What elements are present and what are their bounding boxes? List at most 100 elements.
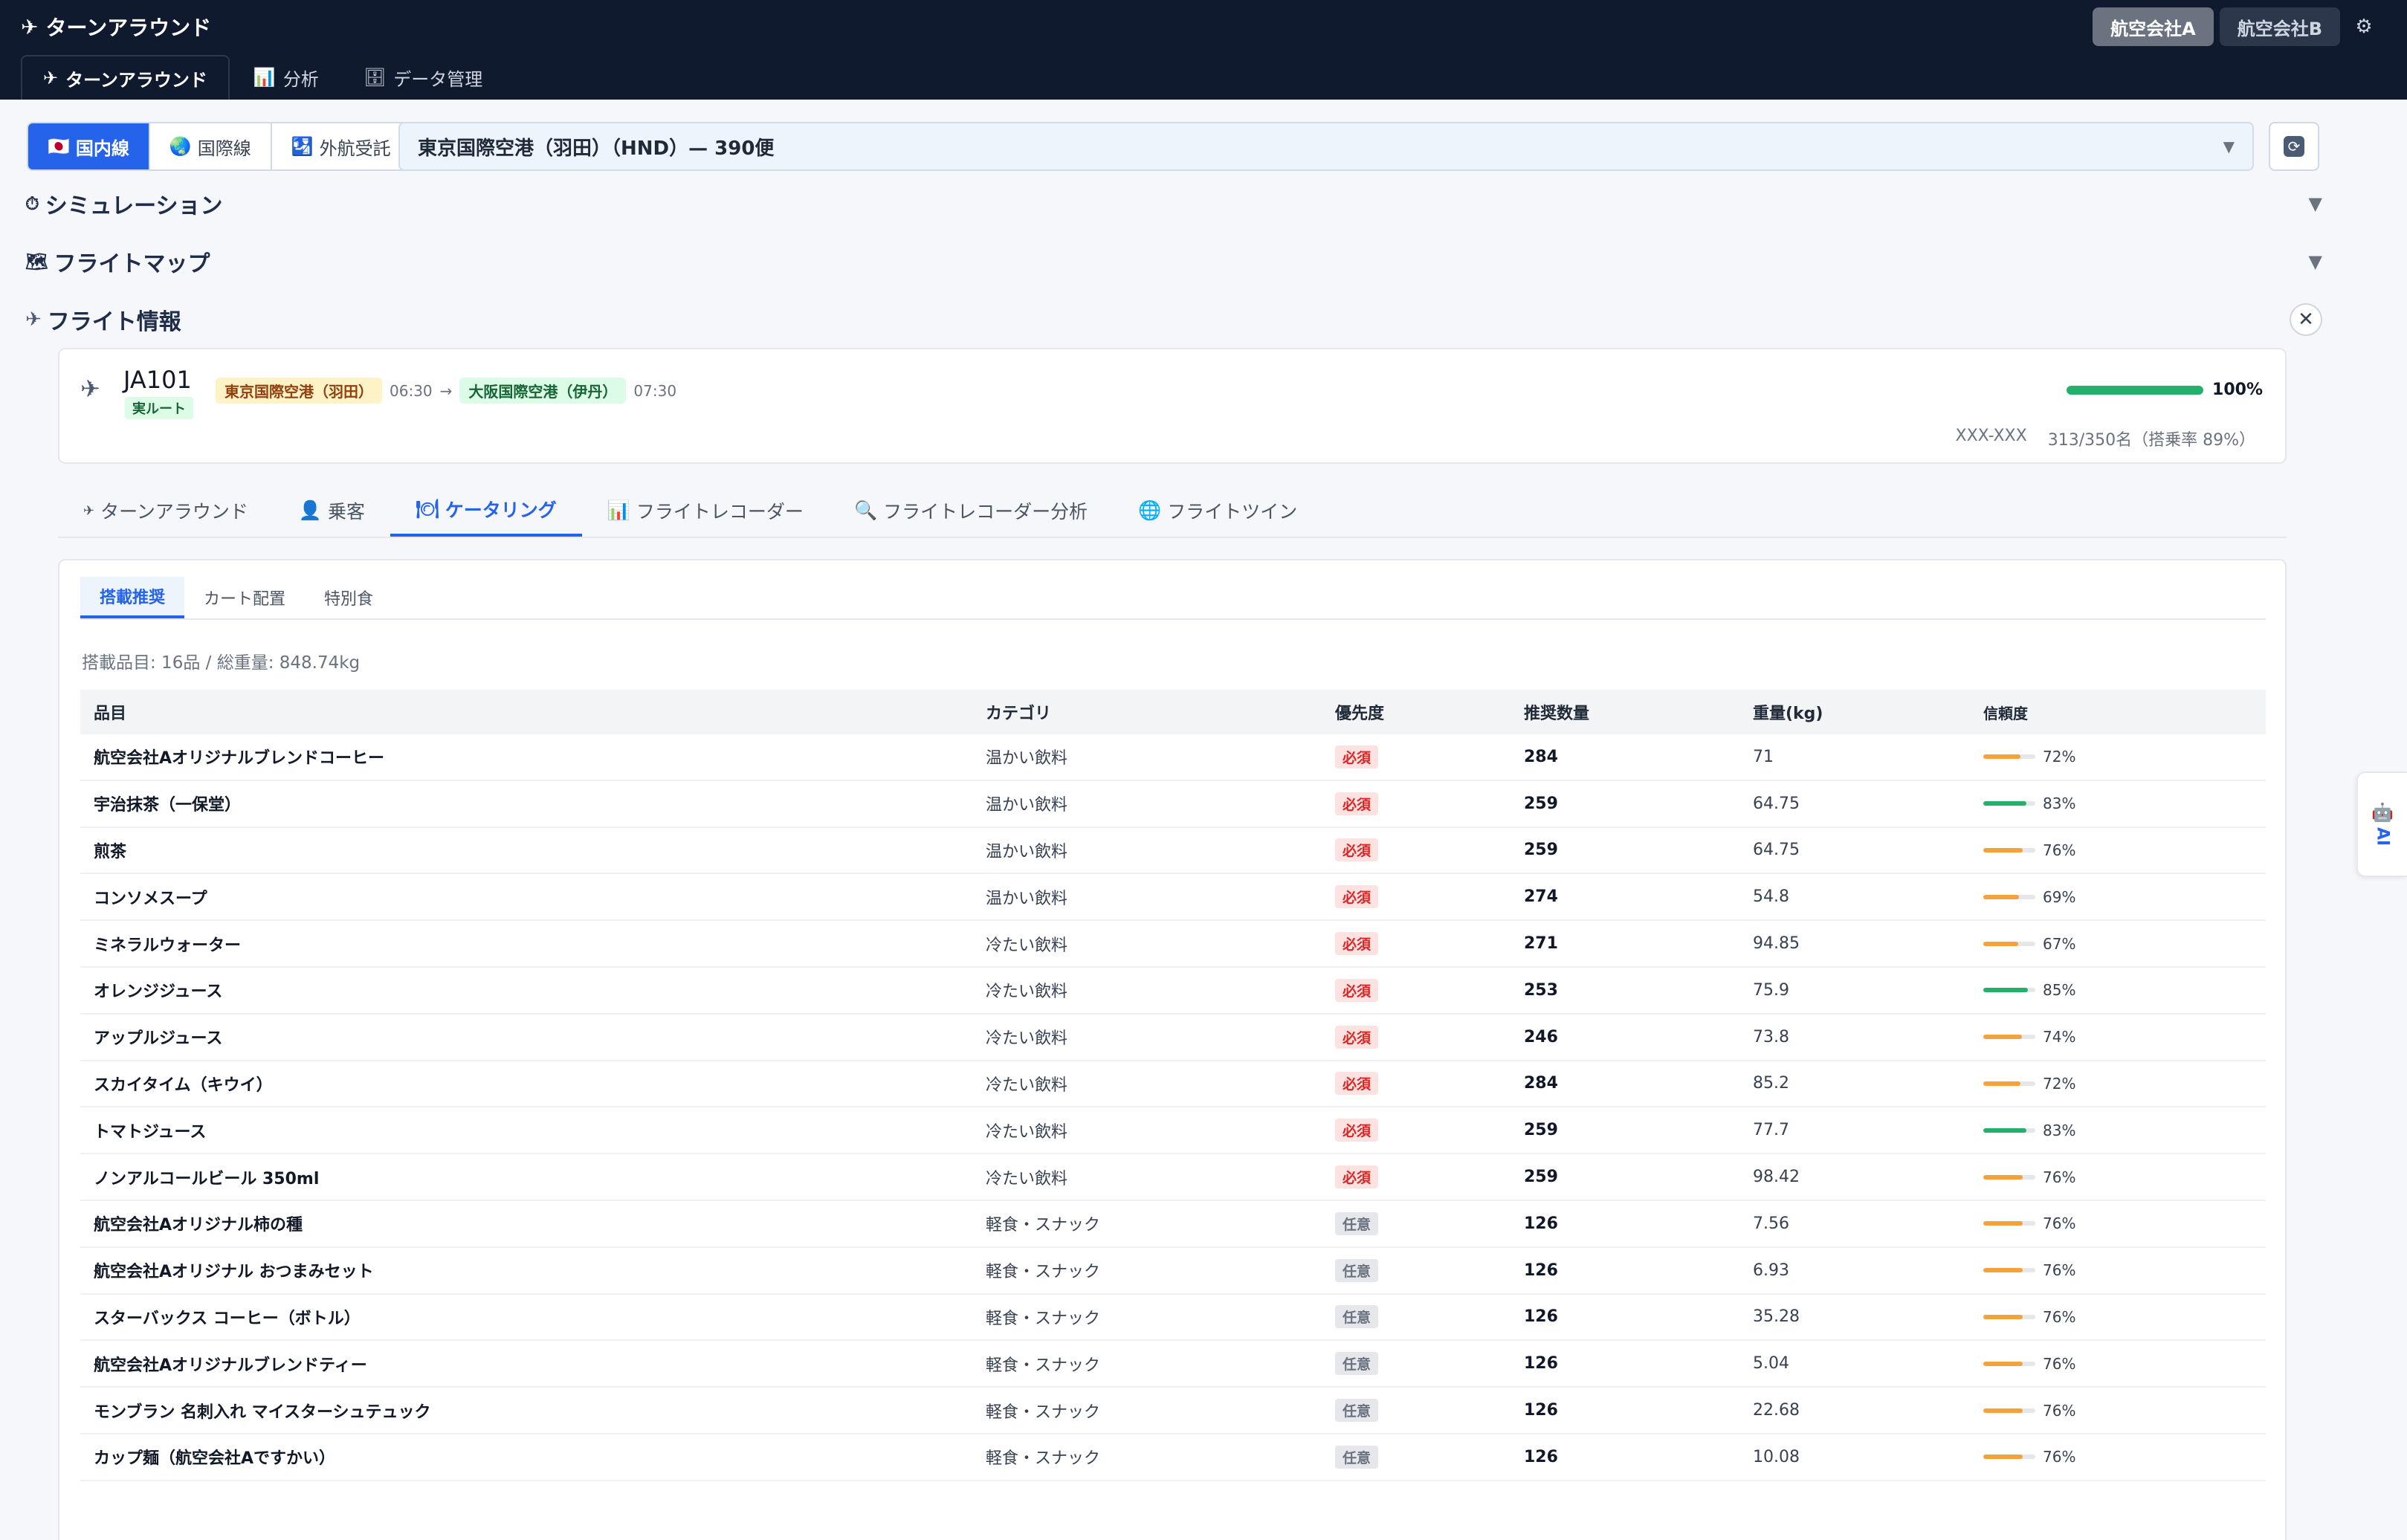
nav-tab-turnaround[interactable]: ✈ ターンアラウンド [21, 55, 230, 100]
table-row[interactable]: ミネラルウォーター 冷たい飲料 必須 271 94.85 67% [80, 921, 2266, 968]
refresh-button[interactable]: ⟳ [2269, 122, 2319, 171]
stopwatch-icon: ⏱ [25, 193, 39, 214]
item-weight: 94.85 [1753, 934, 1800, 954]
arrow-right-icon: → [439, 381, 453, 400]
route-type-domestic[interactable]: 🇯🇵 国内線 [28, 123, 150, 169]
item-weight: 54.8 [1753, 887, 1789, 907]
table-row[interactable]: 煎茶 温かい飲料 必須 259 64.75 76% [80, 828, 2266, 875]
item-weight: 75.9 [1753, 980, 1789, 1000]
route-type-foreign-contract[interactable]: 🛂 外航受託 [272, 123, 410, 169]
chevron-down-icon[interactable]: ▼ [2309, 193, 2322, 214]
table-row[interactable]: 航空会社Aオリジナルブレンドティー 軽食・スナック 任意 126 5.04 76% [80, 1341, 2266, 1388]
column-header-item[interactable]: 品目 [94, 690, 126, 734]
column-header-quantity[interactable]: 推奨数量 [1524, 690, 1589, 734]
nav-tab-data-management[interactable]: 🗄 データ管理 [343, 55, 503, 100]
item-category: 冷たい飲料 [986, 1122, 1068, 1142]
confidence-bar [1983, 1174, 2035, 1180]
priority-cell: 必須 [1335, 781, 1379, 826]
tab-flight-recorder[interactable]: 📊 フライトレコーダー [582, 485, 829, 537]
catering-summary: 搭載品目: 16品 / 総重量: 848.74kg [82, 653, 361, 673]
item-quantity: 126 [1524, 1447, 1558, 1466]
item-weight: 6.93 [1753, 1261, 1789, 1280]
table-row[interactable]: カップ麺（航空会社Aですかい） 軽食・スナック 任意 126 10.08 76% [80, 1434, 2266, 1481]
confidence-bar [1983, 894, 2035, 899]
table-row[interactable]: 航空会社Aオリジナル柿の種 軽食・スナック 任意 126 7.56 76% [80, 1201, 2266, 1248]
column-header-priority[interactable]: 優先度 [1335, 690, 1384, 734]
item-category: 温かい飲料 [986, 889, 1068, 908]
item-quantity: 259 [1524, 1121, 1558, 1140]
close-icon[interactable]: ✕ [2290, 303, 2322, 336]
ai-assistant-tab[interactable]: 🤖 AI [2356, 771, 2407, 877]
item-name: ミネラルウォーター [94, 936, 242, 955]
confidence-fill [1983, 1128, 2027, 1133]
flight-progress: 100% [2067, 381, 2263, 399]
nav-tab-analysis[interactable]: 📊 分析 [233, 55, 340, 100]
app-title-text: ターンアラウンド [45, 16, 212, 40]
table-row[interactable]: ノンアルコールビール 350ml 冷たい飲料 必須 259 98.42 76% [80, 1154, 2266, 1201]
confidence-fill [1983, 1081, 2021, 1086]
nav-tab-label: データ管理 [393, 68, 483, 90]
item-category: 軽食・スナック [986, 1309, 1101, 1328]
table-row[interactable]: 宇治抹茶（一保堂） 温かい飲料 必須 259 64.75 83% [80, 781, 2266, 828]
tab-label: フライトレコーダー分析 [883, 501, 1088, 522]
confidence-cell: 67% [1983, 921, 2075, 966]
table-row[interactable]: スターバックス コーヒー（ボトル） 軽食・スナック 任意 126 35.28 76% [80, 1295, 2266, 1342]
table-row[interactable]: スカイタイム（キウイ） 冷たい飲料 必須 284 85.2 72% [80, 1061, 2266, 1108]
progress-label: 100% [2212, 381, 2263, 399]
column-header-confidence[interactable]: 信頼度 [1983, 690, 2028, 734]
airplane-icon: ✈ [43, 68, 59, 88]
item-quantity: 259 [1524, 841, 1558, 860]
magnifier-icon: 🔍 [853, 499, 878, 521]
gear-icon[interactable]: ⚙ [2351, 13, 2377, 40]
confidence-value: 76% [2043, 1307, 2076, 1326]
airport-select[interactable]: 東京国際空港（羽田）（HND）— 390便 ▼ [398, 122, 2254, 171]
item-quantity: 284 [1524, 1074, 1558, 1093]
tab-passengers[interactable]: 👤 乗客 [274, 485, 390, 537]
table-row[interactable]: 航空会社Aオリジナル おつまみセット 軽食・スナック 任意 126 6.93 76% [80, 1248, 2266, 1295]
table-row[interactable]: 航空会社Aオリジナルブレンドコーヒー 温かい飲料 必須 284 71 72% [80, 734, 2266, 781]
confidence-value: 74% [2043, 1028, 2076, 1046]
tab-catering[interactable]: 🍽 ケータリング [390, 485, 582, 537]
priority-badge: 必須 [1335, 792, 1379, 815]
route-badge: 実ルート [125, 397, 193, 419]
table-header: 品目 カテゴリ 優先度 推奨数量 重量(kg) 信頼度 [80, 690, 2266, 734]
table-row[interactable]: トマトジュース 冷たい飲料 必須 259 77.7 83% [80, 1107, 2266, 1155]
tab-flight-recorder-analysis[interactable]: 🔍 フライトレコーダー分析 [829, 485, 1113, 537]
tab-flight-twin[interactable]: 🌐 フライトツイン [1113, 485, 1322, 537]
chevron-down-icon[interactable]: ▼ [2309, 251, 2322, 272]
airline-a-button[interactable]: 航空会社A [2093, 7, 2214, 46]
confidence-value: 83% [2043, 1121, 2076, 1139]
confidence-value: 69% [2043, 887, 2076, 906]
simulation-section-header[interactable]: ⏱ シミュレーション ▼ [25, 186, 2322, 221]
item-category: 温かい飲料 [986, 749, 1068, 769]
tab-label: 乗客 [328, 501, 366, 522]
confidence-fill [1983, 1408, 2023, 1413]
table-row[interactable]: モンブラン 名刺入れ マイスターシュテュック 軽食・スナック 任意 126 22.68 7… [80, 1388, 2266, 1434]
column-header-category[interactable]: カテゴリ [986, 690, 1051, 734]
priority-cell: 任意 [1335, 1295, 1379, 1340]
item-quantity: 284 [1524, 747, 1558, 766]
tab-turnaround[interactable]: ✈ ターンアラウンド [58, 485, 274, 537]
route-type-international[interactable]: 🌏 国際線 [150, 123, 272, 169]
tab-cart-placement[interactable]: カート配置 [184, 577, 305, 618]
priority-badge: 必須 [1335, 1165, 1379, 1189]
confidence-bar [1983, 801, 2035, 806]
tab-loading-recommendation[interactable]: 搭載推奨 [80, 577, 185, 618]
confidence-fill [1983, 1221, 2023, 1226]
table-row[interactable]: アップルジュース 冷たい飲料 必須 246 73.8 74% [80, 1015, 2266, 1061]
tab-special-meals[interactable]: 特別食 [305, 577, 392, 618]
item-quantity: 126 [1524, 1261, 1558, 1280]
item-category: 冷たい飲料 [986, 936, 1068, 955]
airline-b-button[interactable]: 航空会社B [2219, 7, 2340, 46]
item-category: 軽食・スナック [986, 1263, 1101, 1282]
flight-map-section-header[interactable]: 🗺 フライトマップ ▼ [25, 244, 2322, 279]
column-header-weight[interactable]: 重量(kg) [1753, 690, 1823, 734]
confidence-cell: 72% [1983, 1061, 2075, 1107]
priority-cell: 必須 [1335, 734, 1379, 780]
globe-icon: 🌏 [169, 136, 192, 157]
table-row[interactable]: コンソメスープ 温かい飲料 必須 274 54.8 69% [80, 874, 2266, 922]
item-name: オレンジジュース [94, 983, 223, 1002]
table-row[interactable]: オレンジジュース 冷たい飲料 必須 253 75.9 85% [80, 968, 2266, 1015]
item-quantity: 259 [1524, 794, 1558, 813]
chart-icon: 📊 [607, 499, 630, 521]
